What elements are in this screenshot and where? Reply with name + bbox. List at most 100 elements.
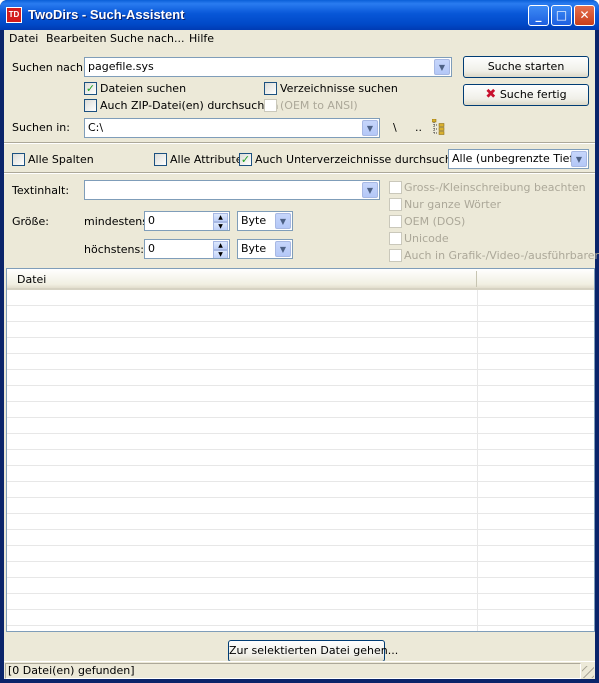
empty-row-line (7, 497, 594, 498)
done-search-button[interactable]: ✖ Suche fertig (463, 84, 589, 106)
maximize-button[interactable]: □ (551, 5, 572, 26)
oem-ansi-label: (OEM to ANSI) (280, 99, 358, 112)
size-min-unit-value: Byte (241, 214, 267, 227)
empty-row-line (7, 353, 594, 354)
size-min-value: 0 (148, 214, 155, 227)
all-attributes-checkbox[interactable] (154, 153, 167, 166)
root-dir-button[interactable]: \ (393, 121, 397, 134)
size-max-input[interactable]: 0 ▲ ▼ (144, 239, 230, 259)
empty-row-line (7, 593, 594, 594)
column-header-datei[interactable]: Datei (17, 273, 46, 286)
size-max-spinner[interactable]: ▲ ▼ (213, 241, 228, 258)
chevron-down-icon[interactable]: ▼ (362, 120, 378, 136)
size-max-label: höchstens: (84, 243, 144, 256)
empty-row-line (7, 305, 594, 306)
minimize-button[interactable]: _ (528, 5, 549, 26)
start-search-button[interactable]: Suche starten (463, 56, 589, 78)
search-input[interactable]: pagefile.sys ▼ (84, 57, 452, 77)
oem-dos-label: OEM (DOS) (404, 215, 466, 228)
size-max-value: 0 (148, 242, 155, 255)
binaries-checkbox[interactable] (389, 249, 402, 262)
goto-file-button[interactable]: Zur selektierten Datei gehen... (228, 640, 398, 662)
spin-up-icon[interactable]: ▲ (213, 241, 228, 250)
all-attributes-label: Alle Attribute (170, 153, 243, 166)
status-text: [0 Datei(en) gefunden] (5, 663, 581, 679)
files-label: Dateien suchen (100, 82, 187, 95)
chevron-down-icon[interactable]: ▼ (571, 151, 587, 167)
depth-select[interactable]: Alle (unbegrenzte Tiefe) ▼ (448, 149, 589, 169)
main-window: TD TwoDirs - Such-Assistent _ □ ✕ Datei … (0, 0, 599, 683)
close-button[interactable]: ✕ (574, 5, 595, 26)
column-divider[interactable] (476, 271, 477, 287)
chevron-down-icon[interactable]: ▼ (434, 59, 450, 75)
empty-row-line (7, 369, 594, 370)
content-input[interactable]: ▼ (84, 180, 380, 200)
size-min-input[interactable]: 0 ▲ ▼ (144, 211, 230, 231)
empty-row-line (7, 337, 594, 338)
location-label: Suchen in: (12, 121, 70, 134)
empty-row-line (7, 417, 594, 418)
empty-row-line (7, 385, 594, 386)
done-search-label: Suche fertig (499, 88, 567, 101)
menu-bearbeiten[interactable]: Bearbeiten (46, 32, 106, 45)
empty-row-line (7, 321, 594, 322)
empty-row-line (7, 449, 594, 450)
files-checkbox[interactable]: ✓ (84, 82, 97, 95)
location-input[interactable]: C:\ ▼ (84, 118, 380, 138)
dirs-label: Verzeichnisse suchen (280, 82, 398, 95)
spin-down-icon[interactable]: ▼ (213, 250, 228, 258)
all-columns-checkbox[interactable] (12, 153, 25, 166)
unicode-label: Unicode (404, 232, 449, 245)
size-min-unit-select[interactable]: Byte ▼ (237, 211, 293, 231)
column-gridline (477, 290, 478, 631)
size-max-unit-value: Byte (241, 242, 267, 255)
whole-words-checkbox[interactable] (389, 198, 402, 211)
divider (4, 142, 595, 144)
results-list[interactable]: Datei (6, 268, 595, 632)
empty-row-line (7, 577, 594, 578)
zip-label: Auch ZIP-Datei(en) durchsuchen (100, 99, 279, 112)
all-columns-label: Alle Spalten (28, 153, 94, 166)
menu-hilfe[interactable]: Hilfe (189, 32, 214, 45)
title-bar[interactable]: TD TwoDirs - Such-Assistent _ □ ✕ (0, 0, 599, 30)
size-min-spinner[interactable]: ▲ ▼ (213, 213, 228, 230)
spin-up-icon[interactable]: ▲ (213, 213, 228, 222)
results-header: Datei (7, 269, 594, 290)
oem-dos-checkbox[interactable] (389, 215, 402, 228)
folder-tree-icon[interactable] (431, 118, 446, 135)
location-input-value: C:\ (88, 121, 104, 134)
parent-dir-button[interactable]: .. (415, 121, 422, 134)
case-sensitive-checkbox[interactable] (389, 181, 402, 194)
unicode-checkbox[interactable] (389, 232, 402, 245)
resize-grip-icon[interactable] (582, 666, 594, 678)
zip-checkbox[interactable] (84, 99, 97, 112)
subdirs-checkbox[interactable]: ✓ (239, 153, 252, 166)
empty-row-line (7, 625, 594, 626)
empty-row-line (7, 513, 594, 514)
case-sensitive-label: Gross-/Kleinschreibung beachten (404, 181, 586, 194)
empty-row-line (7, 401, 594, 402)
subdirs-label: Auch Unterverzeichnisse durchsuchen (255, 153, 466, 166)
empty-row-line (7, 433, 594, 434)
search-input-value: pagefile.sys (88, 60, 154, 73)
size-max-unit-select[interactable]: Byte ▼ (237, 239, 293, 259)
chevron-down-icon[interactable]: ▼ (275, 241, 291, 257)
chevron-down-icon[interactable]: ▼ (275, 213, 291, 229)
menu-datei[interactable]: Datei (9, 32, 38, 45)
binaries-label: Auch in Grafik-/Video-/ausführbaren (404, 249, 599, 262)
empty-row-line (7, 609, 594, 610)
empty-row-line (7, 561, 594, 562)
spin-down-icon[interactable]: ▼ (213, 222, 228, 230)
oem-ansi-checkbox[interactable] (264, 99, 277, 112)
x-icon: ✖ (485, 87, 497, 102)
size-label: Größe: (12, 215, 49, 228)
menu-bar: Datei Bearbeiten Suche nach... Hilfe (4, 30, 595, 48)
chevron-down-icon[interactable]: ▼ (362, 182, 378, 198)
divider (4, 172, 595, 174)
search-label: Suchen nach: (12, 61, 87, 74)
whole-words-label: Nur ganze Wörter (404, 198, 502, 211)
content-label: Textinhalt: (12, 184, 70, 197)
dirs-checkbox[interactable] (264, 82, 277, 95)
menu-suche-nach[interactable]: Suche nach... (110, 32, 184, 45)
status-bar: [0 Datei(en) gefunden] (4, 661, 595, 679)
